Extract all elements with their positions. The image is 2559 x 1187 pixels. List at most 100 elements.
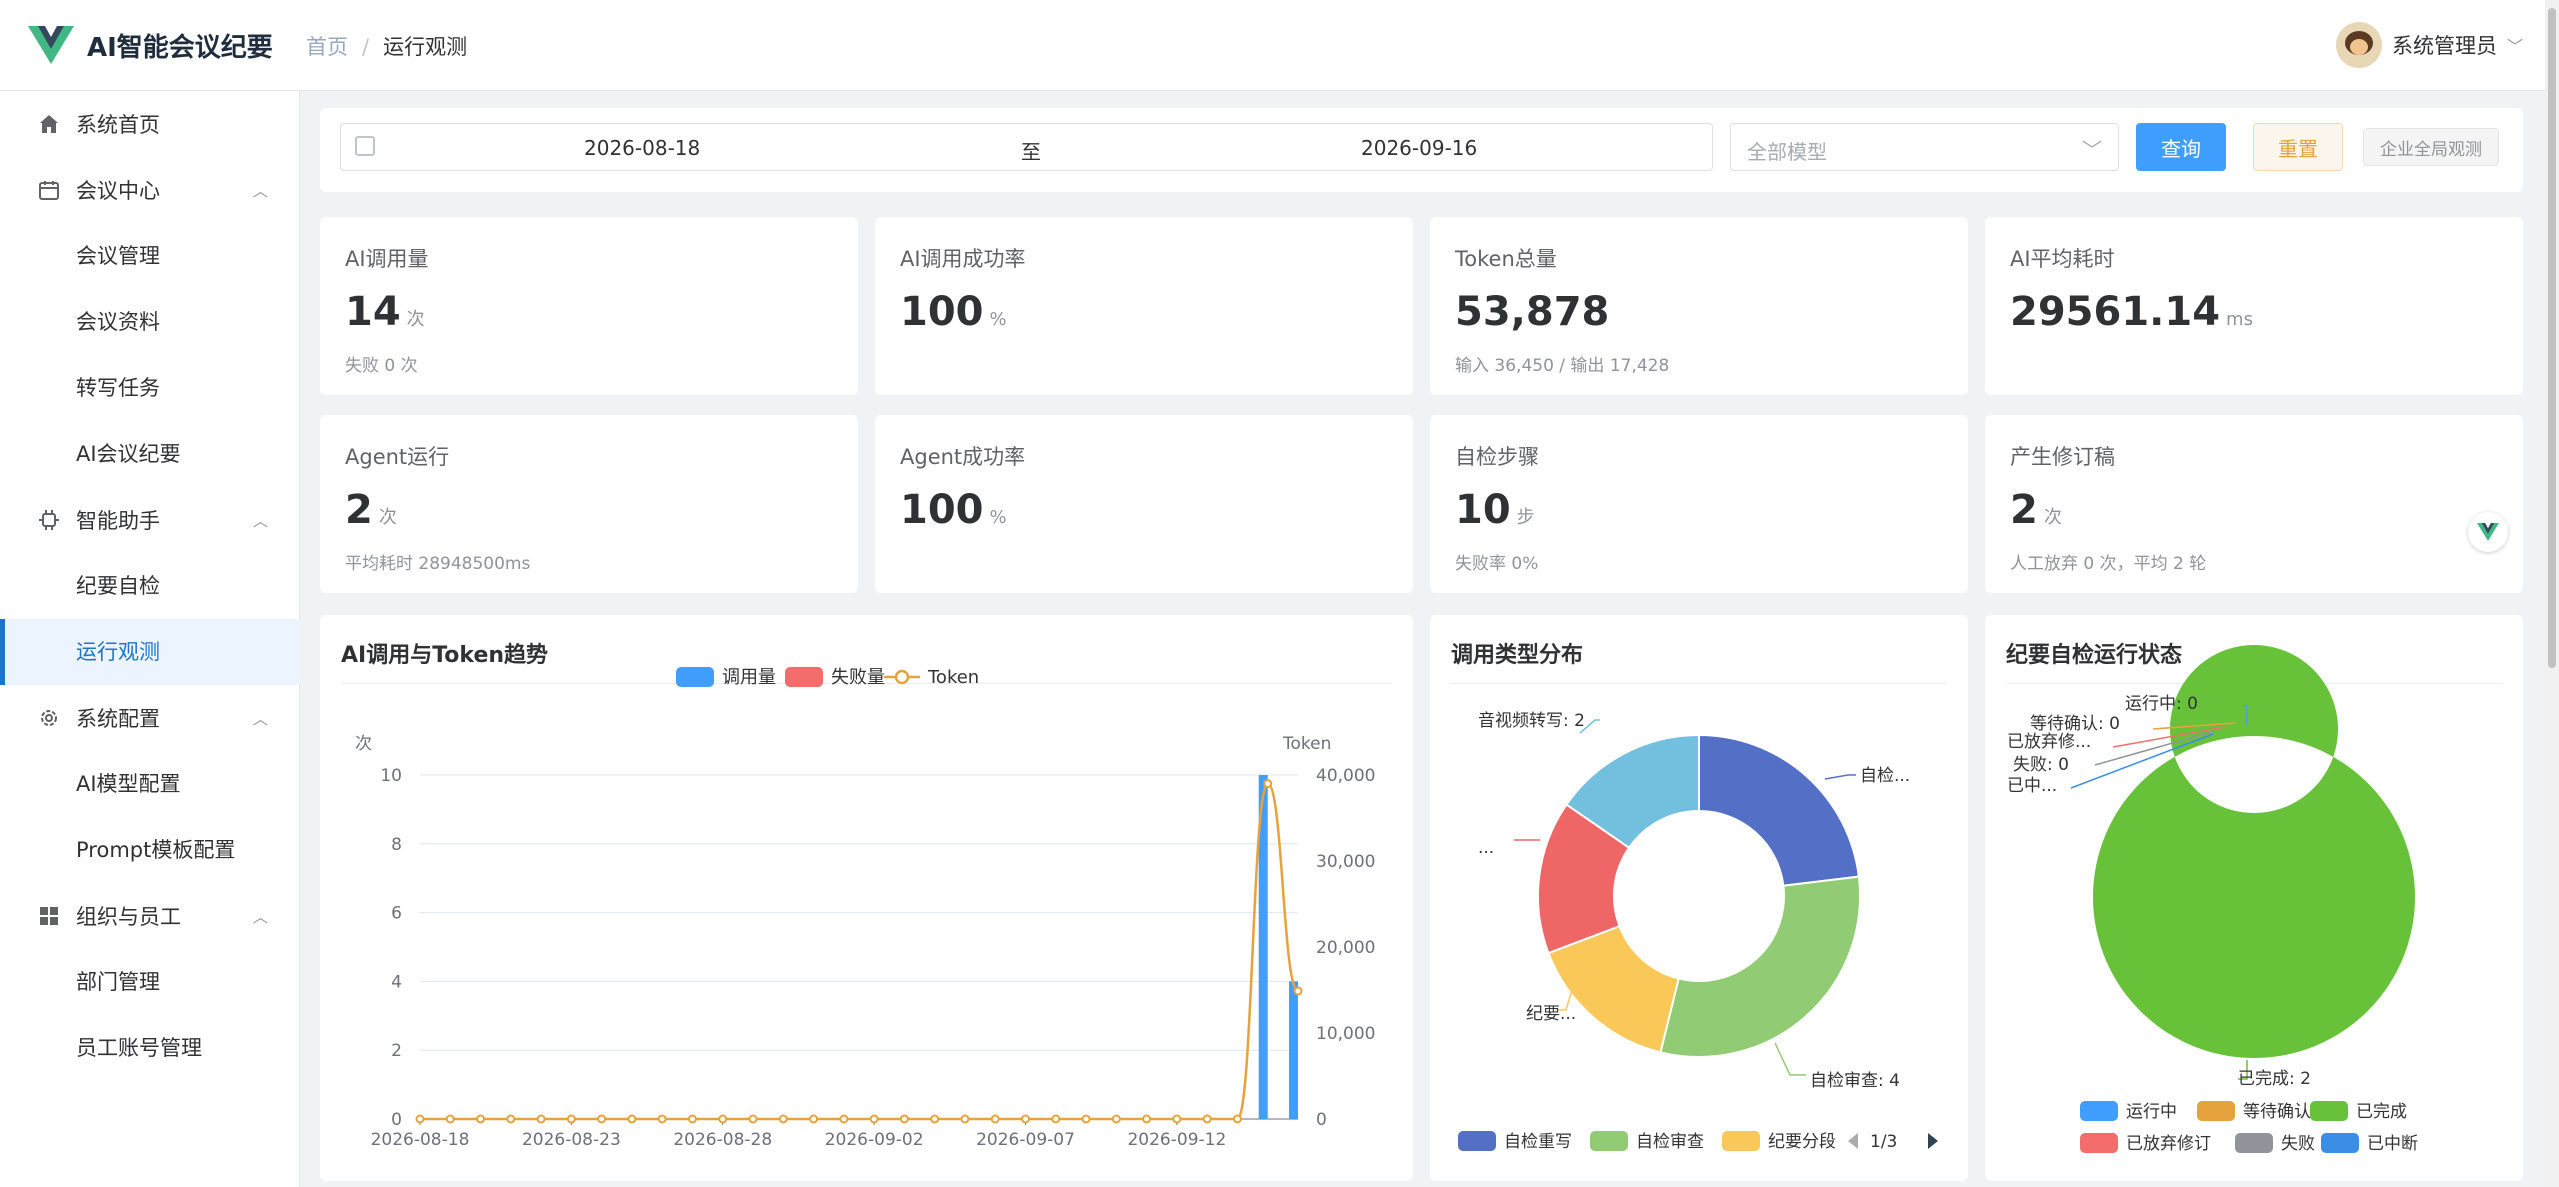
avatar[interactable]: [2335, 22, 2382, 68]
scrollbar-thumb[interactable]: [2548, 8, 2556, 668]
y-right-axis-label: Token: [1282, 734, 1331, 754]
token-point: [445, 1114, 455, 1124]
token-point: [657, 1114, 667, 1124]
y-left-tick-label: 0: [391, 1110, 402, 1130]
legend-prev-icon: [1848, 1133, 1858, 1149]
x-tick-label: 2026-09-02: [825, 1130, 924, 1150]
stat-card-agent-runs: Agent运行 2次 平均耗时 28948500ms: [320, 415, 858, 593]
token-point: [990, 1114, 1000, 1124]
legend-label: 自检重写: [1504, 1132, 1572, 1152]
x-tick-label: 2026-09-12: [1127, 1130, 1226, 1150]
stat-value: 53,878: [1455, 289, 1610, 335]
token-point: [566, 1114, 576, 1124]
end-date[interactable]: 2026-09-16: [1361, 136, 1477, 160]
stat-sub: 输入 36,450 / 输出 17,428: [1455, 356, 1670, 376]
sidebar-item-ai-minutes[interactable]: AI会议纪要: [0, 421, 300, 487]
legend-page: 1/3: [1870, 1132, 1897, 1152]
token-point: [778, 1114, 788, 1124]
legend-swatch: [2321, 1133, 2359, 1153]
token-point: [1263, 779, 1273, 789]
x-tick-label: 2026-08-23: [522, 1130, 621, 1150]
token-point: [476, 1114, 486, 1124]
date-range-separator: 至: [1021, 140, 1041, 164]
chevron-up-icon: ︿: [252, 181, 268, 200]
breadcrumb-home[interactable]: 首页: [306, 35, 348, 59]
status-panel: 纪要自检运行状态 运行中: 0 等待确认: 0 已放弃修... 失败: 0 已中... 已…: [1985, 615, 2523, 1181]
stat-sub: 人工放弃 0 次，平均 2 轮: [2010, 554, 2207, 574]
y-right-tick-label: 40,000: [1316, 766, 1375, 786]
chevron-down-icon[interactable]: ﹀: [2507, 33, 2523, 57]
token-point: [930, 1114, 940, 1124]
start-date[interactable]: 2026-08-18: [584, 136, 700, 160]
query-button[interactable]: 查询: [2136, 123, 2226, 171]
sidebar-item-label: 系统首页: [76, 113, 160, 137]
sidebar-item-self-check[interactable]: 纪要自检: [0, 553, 300, 619]
sidebar-group-org[interactable]: 组织与员工 ︿: [0, 883, 300, 949]
sidebar-item-meeting-mgmt[interactable]: 会议管理: [0, 223, 300, 289]
vue-float-icon[interactable]: [2468, 512, 2508, 552]
sidebar-item-ai-model[interactable]: AI模型配置: [0, 751, 300, 817]
sidebar-item-dept[interactable]: 部门管理: [0, 949, 300, 1015]
stat-card-self-check-steps: 自检步骤 10 步 失败率 0%: [1430, 415, 1968, 593]
token-point: [536, 1114, 546, 1124]
stat-sub: 失败 0 次: [345, 356, 418, 376]
top-header: AI智能会议纪要 首页 / 运行观测 系统管理员 ﹀: [0, 0, 2559, 91]
stat-sub: 平均耗时 28948500ms: [345, 554, 531, 574]
stat-value: 2次: [345, 487, 397, 533]
vue-logo-icon[interactable]: [28, 24, 74, 66]
calendar-icon: [36, 177, 62, 203]
chip-icon: [36, 507, 62, 533]
status-slice-label: 已放弃修...: [2007, 732, 2091, 752]
sidebar-item-prompt-tpl[interactable]: Prompt模板配置: [0, 817, 300, 883]
token-point: [627, 1114, 637, 1124]
y-left-tick-label: 4: [391, 972, 402, 992]
sidebar-group-sys-config[interactable]: 系统配置 ︿: [0, 685, 300, 751]
breadcrumb-separator: /: [362, 35, 370, 59]
sidebar: 系统首页 会议中心 ︿ 会议管理 会议资料 转写任务 AI会议纪要 智能助手 ︿…: [0, 91, 300, 1187]
trend-chart: 0 2 4 6 8 10 0 10,000 20,000 30,000 40,000 次 Token 20…: [355, 667, 1375, 1150]
x-tick-label: 2026-09-07: [976, 1130, 1075, 1150]
sidebar-item-staff[interactable]: 员工账号管理: [0, 1015, 300, 1081]
sidebar-item-meeting-docs[interactable]: 会议资料: [0, 289, 300, 355]
type-slice-label: 纪要...: [1526, 1004, 1576, 1024]
sidebar-item-observe[interactable]: 运行观测: [0, 619, 300, 685]
token-point: [1172, 1114, 1182, 1124]
stat-label: AI调用量: [345, 247, 429, 271]
token-point: [597, 1114, 607, 1124]
sidebar-group-assistant[interactable]: 智能助手 ︿: [0, 487, 300, 553]
model-select[interactable]: 全部模型 ﹀: [1730, 123, 2119, 171]
user-menu[interactable]: 系统管理员 ﹀: [2335, 22, 2523, 68]
token-point: [1293, 986, 1303, 996]
trend-panel: AI调用与Token趋势 0 2 4 6 8 10 0 10,000 20,000 30,000 4…: [320, 615, 1413, 1181]
sidebar-item-home[interactable]: 系统首页: [0, 91, 300, 157]
token-line: [420, 782, 1300, 1121]
y-right-tick-label: 0: [1316, 1110, 1327, 1130]
status-slice-label: 已完成: 2: [2238, 1069, 2311, 1089]
date-range-picker[interactable]: 2026-08-18 至 2026-09-16: [340, 123, 1713, 171]
token-point: [899, 1114, 909, 1124]
sidebar-group-meeting-center[interactable]: 会议中心 ︿: [0, 157, 300, 223]
sidebar-item-transcribe[interactable]: 转写任务: [0, 355, 300, 421]
type-panel: 调用类型分布 自检... 自检审查: 4 纪要...... 音视频转写: 2 自检重写自…: [1430, 615, 1968, 1181]
reset-button[interactable]: 重置: [2253, 123, 2343, 171]
breadcrumb: 首页 / 运行观测: [306, 31, 467, 61]
x-tick-label: 2026-08-28: [673, 1130, 772, 1150]
enterprise-observe-button[interactable]: 企业全局观测: [2363, 128, 2499, 166]
token-point: [415, 1114, 425, 1124]
type-slice: [1659, 875, 1861, 1058]
sidebar-item-label: 智能助手: [76, 509, 160, 533]
scrollbar[interactable]: [2545, 0, 2559, 1187]
legend-swatch: [2310, 1101, 2348, 1121]
model-select-placeholder: 全部模型: [1747, 140, 1827, 164]
y-right-tick-label: 20,000: [1316, 938, 1375, 958]
stat-card-ai-latency: AI平均耗时 29561.14 ms: [1985, 217, 2523, 395]
stat-label: 产生修订稿: [2010, 445, 2115, 469]
grid-icon: [36, 903, 62, 929]
user-name[interactable]: 系统管理员: [2392, 30, 2497, 60]
type-slice-label: 自检...: [1860, 766, 1910, 786]
legend-label: 已中断: [2367, 1134, 2418, 1154]
token-point: [1081, 1114, 1091, 1124]
token-point: [506, 1114, 516, 1124]
token-point: [1111, 1114, 1121, 1124]
type-slice-label: ...: [1478, 838, 1494, 858]
